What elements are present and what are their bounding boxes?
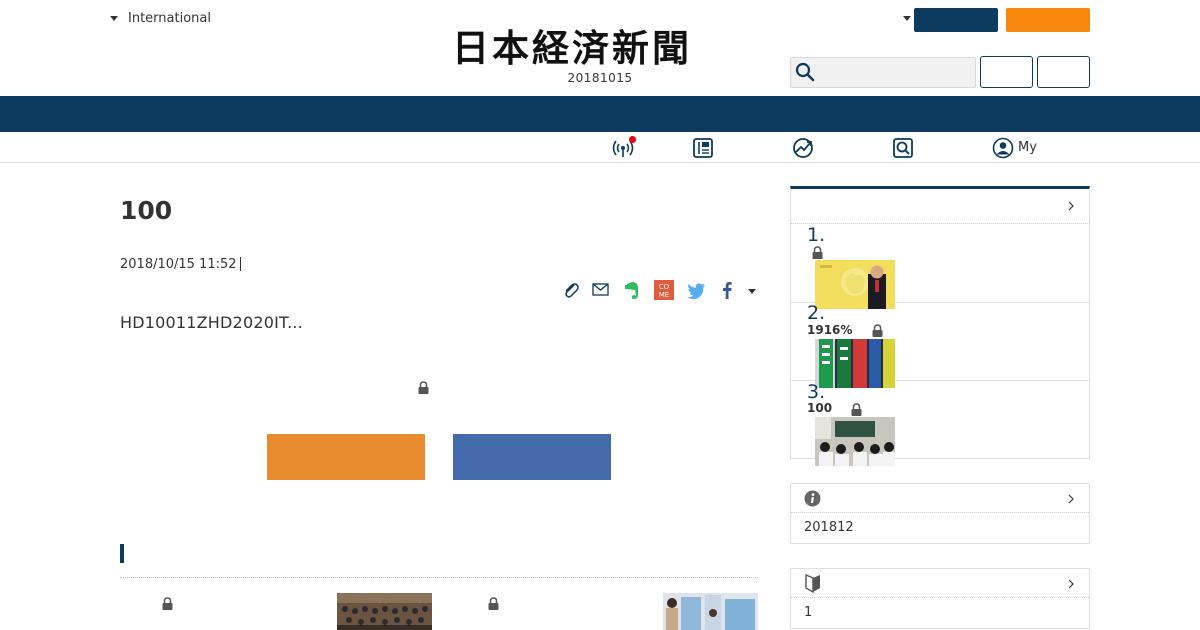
beginner-mark-icon (805, 574, 820, 593)
caret-down-icon[interactable] (903, 16, 911, 21)
search-input[interactable] (790, 57, 976, 88)
lock-icon (851, 403, 862, 416)
subscribe-button[interactable] (1006, 8, 1090, 32)
my-page-label[interactable]: My (1018, 140, 1037, 155)
rank-item-title[interactable]: 100 (807, 401, 832, 415)
region-selector[interactable]: International (110, 11, 211, 26)
subscribe-cta-button[interactable] (267, 434, 425, 480)
search-icon[interactable] (795, 62, 815, 82)
lock-icon (162, 597, 173, 610)
related-article-thumbnail[interactable] (663, 593, 758, 630)
related-article-thumbnail[interactable] (337, 593, 432, 630)
svg-text:CO: CO (659, 283, 670, 291)
article-lead: HD10011ZHD2020IT... (120, 313, 303, 332)
info-icon (804, 490, 821, 507)
lock-icon (418, 381, 429, 394)
clip-icon[interactable] (560, 279, 582, 301)
logo-text: 日本経済新聞 (452, 26, 692, 70)
notification-dot (629, 136, 636, 143)
rank-item-title[interactable]: 1916% (807, 323, 852, 337)
chevron-right-icon[interactable] (1067, 494, 1075, 504)
login-button[interactable] (914, 8, 998, 32)
rank-number: 3. (807, 381, 826, 403)
article-title: 100 (120, 196, 173, 225)
lock-icon (872, 324, 883, 337)
lock-icon (812, 246, 823, 259)
come-icon[interactable]: CO ME (653, 279, 675, 301)
divider (120, 577, 758, 578)
login-cta-button[interactable] (453, 434, 611, 480)
region-label: International (128, 11, 211, 26)
user-icon[interactable] (992, 137, 1014, 159)
ranking-panel-header[interactable] (790, 189, 1090, 224)
evernote-icon[interactable] (621, 279, 643, 301)
chevron-right-icon[interactable] (1067, 579, 1075, 589)
chevron-right-icon[interactable] (1067, 201, 1075, 211)
menu-button-1[interactable] (980, 56, 1033, 88)
twitter-icon[interactable] (685, 279, 707, 301)
svg-text:ME: ME (659, 291, 669, 299)
divider (240, 257, 241, 271)
main-navbar (0, 96, 1200, 132)
nikkei-logo[interactable]: 日本経済新聞 (452, 28, 748, 68)
section-heading-bar (120, 544, 124, 563)
caret-down-icon (110, 16, 118, 21)
rank-thumbnail[interactable] (815, 417, 895, 466)
guide-panel-body[interactable]: 1 (791, 598, 1089, 628)
rank-number: 2. (807, 302, 826, 324)
rank-thumbnail[interactable] (815, 339, 895, 388)
guide-panel: 1 (790, 568, 1090, 629)
share-more-caret-icon[interactable] (748, 289, 756, 294)
lock-icon (488, 597, 499, 610)
info-panel-header[interactable] (791, 484, 1089, 513)
facebook-icon[interactable] (716, 279, 738, 301)
mail-icon[interactable] (590, 279, 612, 301)
menu-button-2[interactable] (1037, 56, 1090, 88)
rank-thumbnail[interactable] (815, 260, 895, 309)
rank-number: 1. (807, 224, 826, 246)
guide-panel-header[interactable] (791, 569, 1089, 598)
paper-edition-icon[interactable] (692, 137, 714, 159)
search-article-icon[interactable] (892, 137, 914, 159)
info-panel-body[interactable]: 201812 (791, 513, 1089, 543)
info-panel: 201812 (790, 483, 1090, 544)
market-chart-icon[interactable] (792, 137, 814, 159)
article-timestamp: 2018/10/15 11:52 (120, 257, 237, 272)
